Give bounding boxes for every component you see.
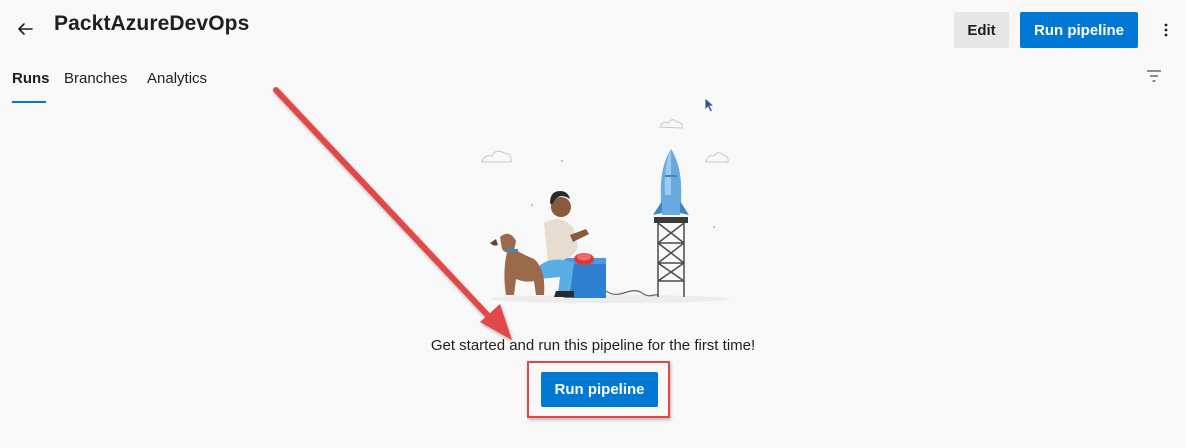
edit-button[interactable]: Edit: [954, 12, 1009, 48]
tab-runs[interactable]: Runs: [12, 70, 50, 87]
highlight-box: [527, 361, 670, 418]
person-dog-rocket-launch-illustration: [481, 119, 730, 303]
empty-state-message: Get started and run this pipeline for th…: [430, 337, 756, 354]
page-title: PacktAzureDevOps: [54, 12, 250, 35]
filter-icon[interactable]: [1145, 68, 1163, 84]
mouse-cursor-icon: [704, 97, 716, 113]
run-pipeline-header-button[interactable]: Run pipeline: [1020, 12, 1138, 48]
more-vertical-icon[interactable]: [1158, 20, 1174, 40]
tab-analytics[interactable]: Analytics: [147, 70, 207, 87]
active-tab-indicator: [12, 101, 46, 103]
tab-branches[interactable]: Branches: [64, 70, 127, 87]
pipeline-page: PacktAzureDevOps Edit Run pipeline Runs …: [0, 0, 1186, 448]
arrow-left-icon[interactable]: [14, 18, 36, 40]
